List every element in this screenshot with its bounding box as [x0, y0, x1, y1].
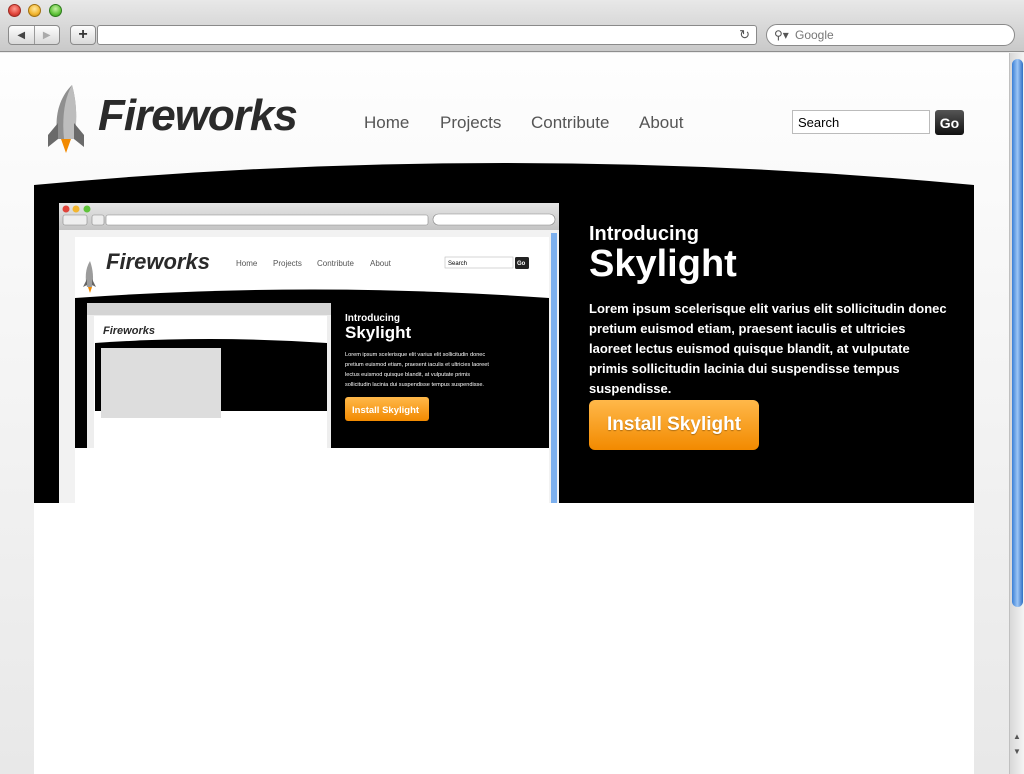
product-screenshot: Fireworks Home Projects Contribute About… — [59, 203, 559, 503]
nav-contribute[interactable]: Contribute — [531, 113, 609, 133]
screenshot-image: Fireworks Home Projects Contribute About… — [59, 203, 559, 503]
svg-text:Go: Go — [517, 261, 526, 267]
rocket-icon — [48, 85, 84, 153]
nav-home[interactable]: Home — [364, 113, 409, 133]
search-go-button[interactable]: Go — [935, 110, 964, 135]
add-bookmark-button[interactable]: + — [70, 25, 96, 45]
close-window-button[interactable] — [8, 4, 21, 17]
reload-icon[interactable]: ↻ — [739, 27, 750, 43]
back-arrow-icon[interactable]: ◀ — [9, 26, 35, 44]
browser-search-placeholder: Google — [795, 28, 834, 42]
nav-projects[interactable]: Projects — [440, 113, 501, 133]
forward-arrow-icon[interactable]: ▶ — [35, 26, 60, 44]
nav-about[interactable]: About — [639, 113, 683, 133]
svg-text:Install Skylight: Install Skylight — [352, 405, 420, 416]
site-logo[interactable]: Fireworks — [44, 83, 334, 155]
svg-text:Fireworks: Fireworks — [103, 325, 155, 337]
web-page: Fireworks Home Projects Contribute About… — [0, 53, 1009, 774]
svg-text:Lorem ipsum scelerisque elit v: Lorem ipsum scelerisque elit varius elit… — [345, 352, 485, 358]
scrollbar-thumb[interactable] — [1012, 59, 1023, 607]
hero-banner: Fireworks Home Projects Contribute About… — [34, 163, 974, 503]
zoom-window-button[interactable] — [49, 4, 62, 17]
back-forward-buttons: ◀ ▶ — [8, 25, 60, 45]
svg-text:Contribute: Contribute — [317, 259, 354, 268]
brand-name: Fireworks — [98, 91, 298, 140]
svg-text:Home: Home — [236, 259, 258, 268]
scroll-up-arrow-icon[interactable]: ▲ — [1011, 730, 1023, 742]
svg-text:Projects: Projects — [273, 259, 302, 268]
install-skylight-button[interactable]: Install Skylight — [589, 400, 759, 450]
browser-search-field[interactable]: ⚲▾ Google — [766, 24, 1015, 46]
hero-title: Skylight — [589, 243, 737, 285]
site-search-input[interactable] — [792, 110, 930, 134]
address-bar[interactable]: ↻ — [97, 25, 757, 45]
browser-toolbar: ◀ ▶ + ↻ ⚲▾ Google — [0, 0, 1024, 52]
svg-text:Skylight: Skylight — [345, 323, 411, 342]
svg-text:About: About — [370, 259, 392, 268]
hero-description: Lorem ipsum scelerisque elit varius elit… — [589, 301, 947, 396]
vertical-scrollbar[interactable]: ▲ ▼ — [1009, 53, 1024, 774]
svg-text:lectus euismod quisque blandit: lectus euismod quisque blandit, at vulpu… — [345, 372, 470, 378]
svg-text:pretium euismod etiam, praesen: pretium euismod etiam, praesent iaculis … — [345, 362, 489, 368]
svg-text:Search: Search — [448, 261, 467, 267]
content-area — [34, 503, 974, 774]
scroll-down-arrow-icon[interactable]: ▼ — [1011, 745, 1023, 757]
search-icon: ⚲▾ — [774, 28, 789, 42]
svg-text:sollicitudin lacinia dui suspe: sollicitudin lacinia dui suspendisse tem… — [345, 382, 484, 388]
minimize-window-button[interactable] — [28, 4, 41, 17]
svg-text:Fireworks: Fireworks — [106, 249, 210, 274]
